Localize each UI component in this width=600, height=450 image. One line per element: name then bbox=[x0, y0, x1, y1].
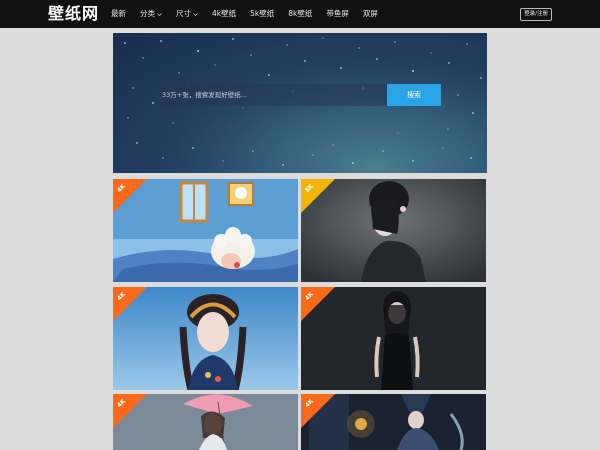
nav-item-8k[interactable]: 8k壁纸 bbox=[281, 0, 319, 28]
wallpaper-thumb[interactable]: 4K bbox=[301, 394, 486, 450]
nav-item-label: 4k壁纸 bbox=[212, 9, 237, 18]
chevron-down-icon bbox=[193, 12, 198, 16]
search-bar bbox=[157, 84, 387, 106]
top-navbar: 壁纸网 最新 分类 尺寸 4k壁纸 5k壁纸 8k壁纸 带鱼屏 双屏 登录/注册 bbox=[0, 0, 600, 28]
nav-item-label: 8k壁纸 bbox=[288, 9, 313, 18]
nav-item-category[interactable]: 分类 bbox=[133, 0, 169, 28]
badge-ribbon bbox=[301, 394, 335, 428]
nav-item-label: 最新 bbox=[111, 9, 126, 18]
site-logo[interactable]: 壁纸网 bbox=[48, 3, 99, 25]
nav-item-size[interactable]: 尺寸 bbox=[169, 0, 205, 28]
nav-item-dual-screen[interactable]: 双屏 bbox=[356, 0, 385, 28]
badge-ribbon bbox=[301, 179, 335, 213]
nav-item-label: 带鱼屏 bbox=[326, 9, 349, 18]
nav-item-label: 尺寸 bbox=[176, 9, 191, 18]
wallpaper-thumb[interactable]: 4K bbox=[301, 287, 486, 390]
nav-item-label: 5k壁纸 bbox=[250, 9, 275, 18]
nav-item-4k[interactable]: 4k壁纸 bbox=[205, 0, 243, 28]
badge-ribbon bbox=[113, 287, 147, 321]
nav-item-label: 分类 bbox=[140, 9, 155, 18]
wallpaper-thumb[interactable]: 8K bbox=[301, 179, 486, 282]
login-register-button[interactable]: 登录/注册 bbox=[520, 8, 552, 21]
nav-item-latest[interactable]: 最新 bbox=[104, 0, 133, 28]
main-nav: 最新 分类 尺寸 4k壁纸 5k壁纸 8k壁纸 带鱼屏 双屏 bbox=[104, 0, 385, 28]
chevron-down-icon bbox=[157, 12, 162, 16]
nav-item-ultrawide[interactable]: 带鱼屏 bbox=[319, 0, 356, 28]
badge-ribbon bbox=[113, 179, 147, 213]
badge-ribbon bbox=[301, 287, 335, 321]
badge-ribbon bbox=[113, 394, 147, 428]
wallpaper-thumb[interactable]: 4K bbox=[113, 394, 298, 450]
nav-item-label: 双屏 bbox=[362, 9, 378, 18]
nav-item-5k[interactable]: 5k壁纸 bbox=[243, 0, 281, 28]
wallpaper-thumb[interactable]: 4K bbox=[113, 287, 298, 390]
search-input[interactable] bbox=[157, 84, 387, 106]
wallpaper-thumb[interactable]: 4K bbox=[113, 179, 298, 282]
search-button[interactable]: 搜索 bbox=[387, 84, 441, 106]
